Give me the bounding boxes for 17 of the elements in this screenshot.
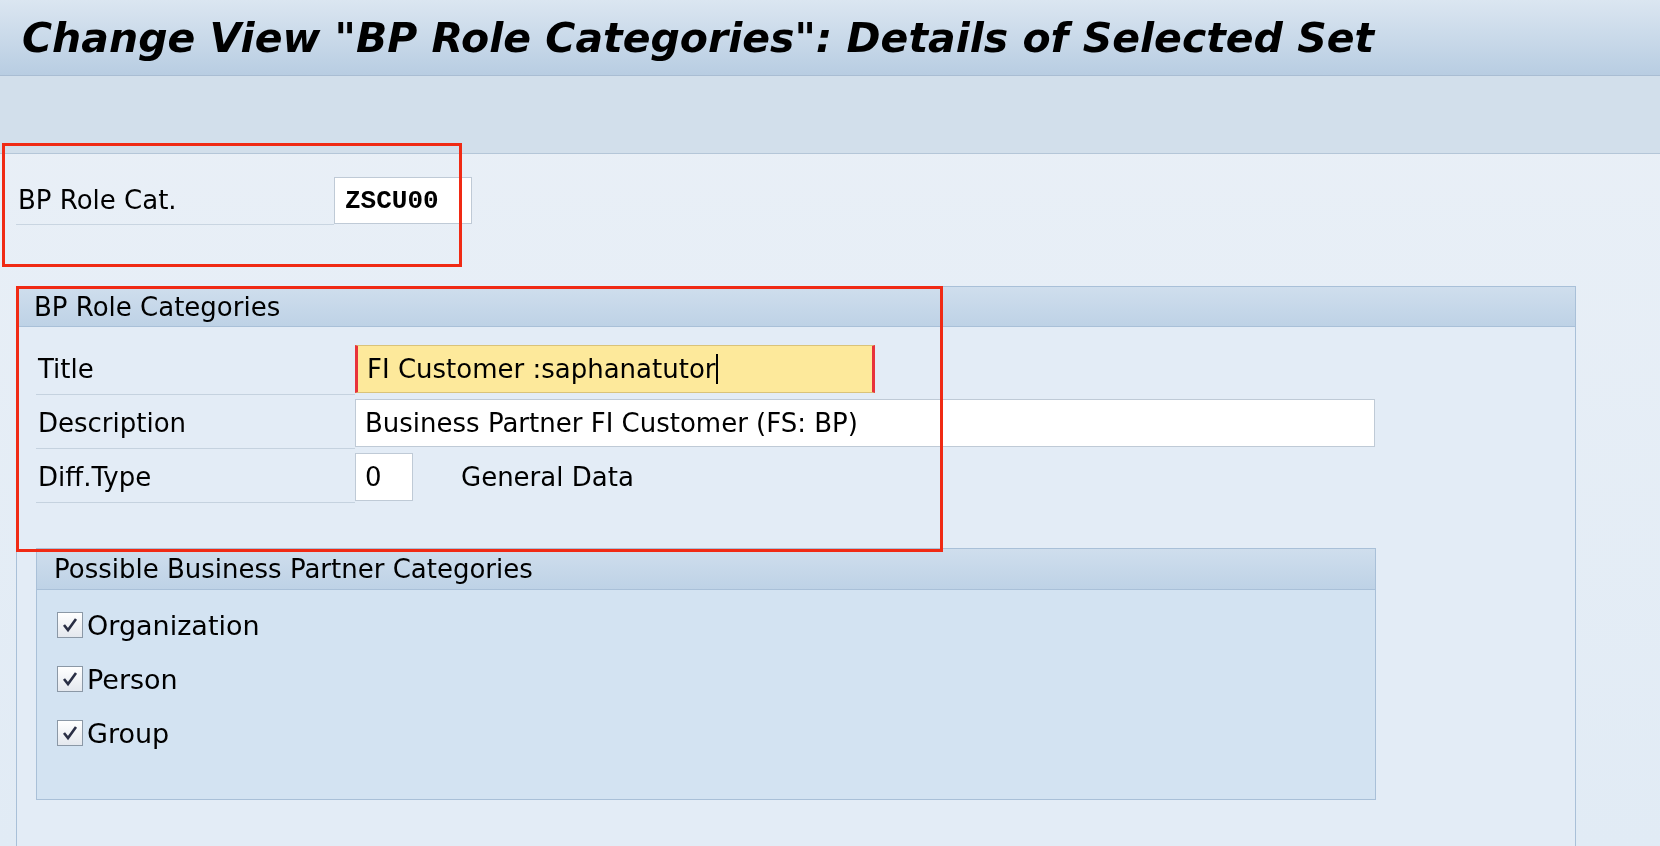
checkbox-label: Organization bbox=[87, 609, 260, 641]
input-field[interactable]: 0 bbox=[355, 453, 413, 501]
checkbox-label: Group bbox=[87, 717, 170, 749]
checkbox-label: Person bbox=[87, 663, 178, 695]
group-title: Possible Business Partner Categories bbox=[37, 549, 1375, 590]
checkbox[interactable] bbox=[57, 720, 83, 746]
field-description: General Data bbox=[461, 462, 634, 492]
input-field[interactable]: ZSCU00 bbox=[334, 177, 472, 224]
input-field[interactable]: FI Customer :saphanatutor bbox=[355, 345, 875, 393]
window-title: Change View "BP Role Categories": Details of Selected Set bbox=[22, 13, 1375, 62]
checkbox[interactable] bbox=[57, 666, 83, 692]
input-field[interactable]: Business Partner FI Customer (FS: BP) bbox=[355, 399, 1375, 447]
check-icon bbox=[61, 724, 79, 742]
check-icon bbox=[61, 670, 79, 688]
group-title: BP Role Categories bbox=[17, 287, 1575, 327]
checkbox[interactable] bbox=[57, 612, 83, 638]
check-icon bbox=[61, 616, 79, 634]
